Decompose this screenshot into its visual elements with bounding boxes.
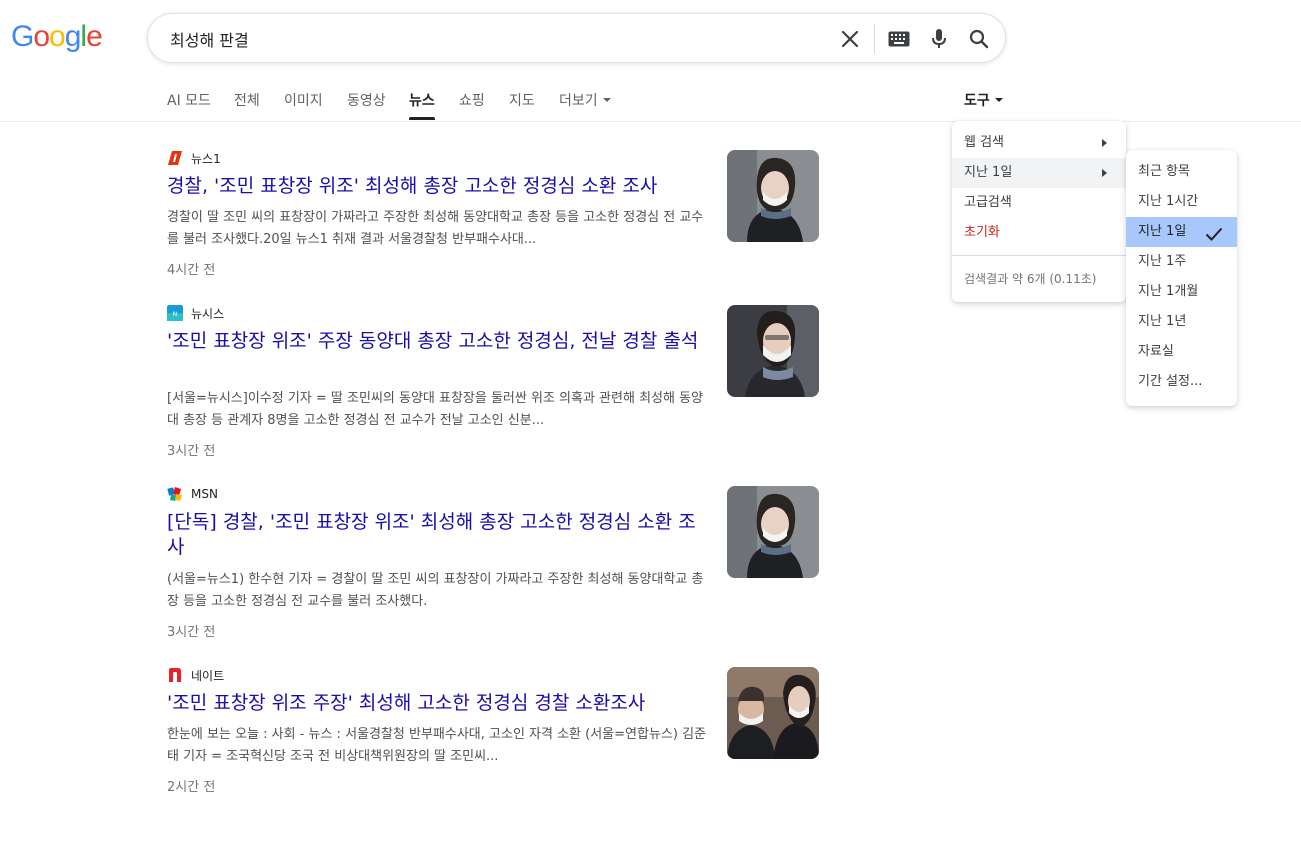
source-name: 뉴스1 xyxy=(191,151,221,166)
result-snippet: (서울=뉴스1) 한수현 기자 = 경찰이 딸 조민 씨의 표창장이 가짜라고 … xyxy=(167,572,704,609)
news1-favicon-icon xyxy=(167,150,183,166)
logo-letter: e xyxy=(86,20,103,53)
result-title-link[interactable]: [단독] 경찰, '조민 표창장 위조' 최성해 총장 고소한 정경심 소환 조… xyxy=(167,510,707,560)
tab-all[interactable]: 전체 xyxy=(234,90,260,110)
mic-icon[interactable] xyxy=(927,27,951,51)
active-tab-indicator xyxy=(409,117,435,120)
result-time: 4시간 전 xyxy=(167,263,216,278)
menu-item-past-hour[interactable]: 지난 1시간 xyxy=(1126,187,1237,217)
time-filter-menu: 최근 항목 지난 1시간 지난 1일 지난 1주 지난 1개월 지난 1년 자료… xyxy=(1126,150,1237,406)
caret-down-icon xyxy=(994,98,1003,102)
logo-letter: g xyxy=(64,20,82,53)
result-thumbnail[interactable] xyxy=(727,150,819,242)
google-logo[interactable]: Google xyxy=(11,20,103,54)
tab-more[interactable]: 더보기 xyxy=(559,90,611,110)
newsis-favicon-icon: N xyxy=(167,305,183,321)
tools-menu: 웹 검색 지난 1일 고급검색 초기화 검색결과 약 6개 (0.11초) xyxy=(952,121,1126,302)
result-time: 3시간 전 xyxy=(167,444,216,459)
result-time: 2시간 전 xyxy=(167,780,216,795)
menu-item-web-search[interactable]: 웹 검색 xyxy=(952,128,1126,158)
result-time: 3시간 전 xyxy=(167,625,216,640)
logo-letter: G xyxy=(11,20,34,53)
menu-item-past-month[interactable]: 지난 1개월 xyxy=(1126,277,1237,307)
result-thumbnail[interactable] xyxy=(727,305,819,397)
tab-images[interactable]: 이미지 xyxy=(284,90,323,110)
tab-ai-mode[interactable]: AI 모드 xyxy=(167,90,211,110)
menu-item-label: 지난 1일 xyxy=(964,165,1013,180)
source-name: 뉴시스 xyxy=(191,306,225,321)
menu-item-past-day[interactable]: 지난 1일 xyxy=(952,158,1126,188)
tab-videos[interactable]: 동영상 xyxy=(347,90,386,110)
menu-item-archive[interactable]: 자료실 xyxy=(1126,337,1237,367)
result-source[interactable]: 네이트 xyxy=(167,667,224,683)
menu-item-advanced-search[interactable]: 고급검색 xyxy=(952,188,1126,218)
result-snippet: [서울=뉴시스]이수정 기자 = 딸 조민씨의 동양대 표창장을 둘러싼 위조 … xyxy=(167,391,703,428)
source-name: MSN xyxy=(191,487,218,501)
submenu-arrow-icon xyxy=(1102,139,1107,147)
result-source[interactable]: MSN xyxy=(167,486,218,502)
msn-favicon-icon xyxy=(167,486,183,502)
result-snippet: 한눈에 보는 오늘 : 사회 - 뉴스 : 서울경찰청 반부패수사대, 고소인 … xyxy=(167,727,706,764)
tab-shopping[interactable]: 쇼핑 xyxy=(459,90,485,110)
submenu-arrow-icon xyxy=(1102,169,1107,177)
result-stats: 검색결과 약 6개 (0.11초) xyxy=(964,272,1097,286)
menu-item-past-year[interactable]: 지난 1년 xyxy=(1126,307,1237,337)
result-thumbnail[interactable] xyxy=(727,486,819,578)
caret-down-icon xyxy=(602,98,611,102)
result-title-link[interactable]: '조민 표창장 위조 주장' 최성해 고소한 정경심 경찰 소환조사 xyxy=(167,691,707,716)
result-source[interactable]: N 뉴시스 xyxy=(167,305,224,321)
tools-button[interactable]: 도구 xyxy=(964,90,1003,110)
svg-text:N: N xyxy=(173,311,178,318)
tab-news[interactable]: 뉴스 xyxy=(409,90,435,110)
checkmark-icon xyxy=(1205,224,1223,241)
tools-label: 도구 xyxy=(964,93,990,109)
menu-divider xyxy=(952,255,1126,256)
menu-item-recent[interactable]: 최근 항목 xyxy=(1126,157,1237,187)
tab-more-label: 더보기 xyxy=(559,93,598,109)
search-input[interactable] xyxy=(168,26,822,52)
menu-item-label: 웹 검색 xyxy=(964,135,1005,150)
close-icon[interactable] xyxy=(838,27,862,51)
keyboard-icon[interactable] xyxy=(887,27,911,51)
menu-item-custom-range[interactable]: 기간 설정... xyxy=(1126,367,1237,397)
result-title-link[interactable]: '조민 표창장 위조' 주장 동양대 총장 고소한 정경심, 전날 경찰 출석 xyxy=(167,329,707,354)
logo-letter: o xyxy=(49,20,66,53)
search-icon[interactable] xyxy=(967,27,991,51)
logo-letter: o xyxy=(33,20,50,53)
search-box xyxy=(147,13,1006,63)
search-tabs: AI 모드 전체 이미지 동영상 뉴스 쇼핑 지도 더보기 도구 xyxy=(0,82,1301,122)
menu-item-past-day[interactable]: 지난 1일 xyxy=(1126,217,1237,247)
result-source[interactable]: 뉴스1 xyxy=(167,150,221,166)
nate-favicon-icon xyxy=(167,667,183,683)
search-divider xyxy=(874,24,875,54)
result-snippet: 경찰이 딸 조민 씨의 표창장이 가짜라고 주장한 최성해 동양대학교 총장 등… xyxy=(167,210,704,247)
result-title-link[interactable]: 경찰, '조민 표창장 위조' 최성해 총장 고소한 정경심 소환 조사 xyxy=(167,174,707,199)
result-thumbnail[interactable] xyxy=(727,667,819,759)
menu-item-label: 지난 1일 xyxy=(1138,224,1187,239)
menu-item-past-week[interactable]: 지난 1주 xyxy=(1126,247,1237,277)
tab-maps[interactable]: 지도 xyxy=(509,90,535,110)
menu-item-reset[interactable]: 초기화 xyxy=(952,218,1126,248)
source-name: 네이트 xyxy=(191,668,225,683)
